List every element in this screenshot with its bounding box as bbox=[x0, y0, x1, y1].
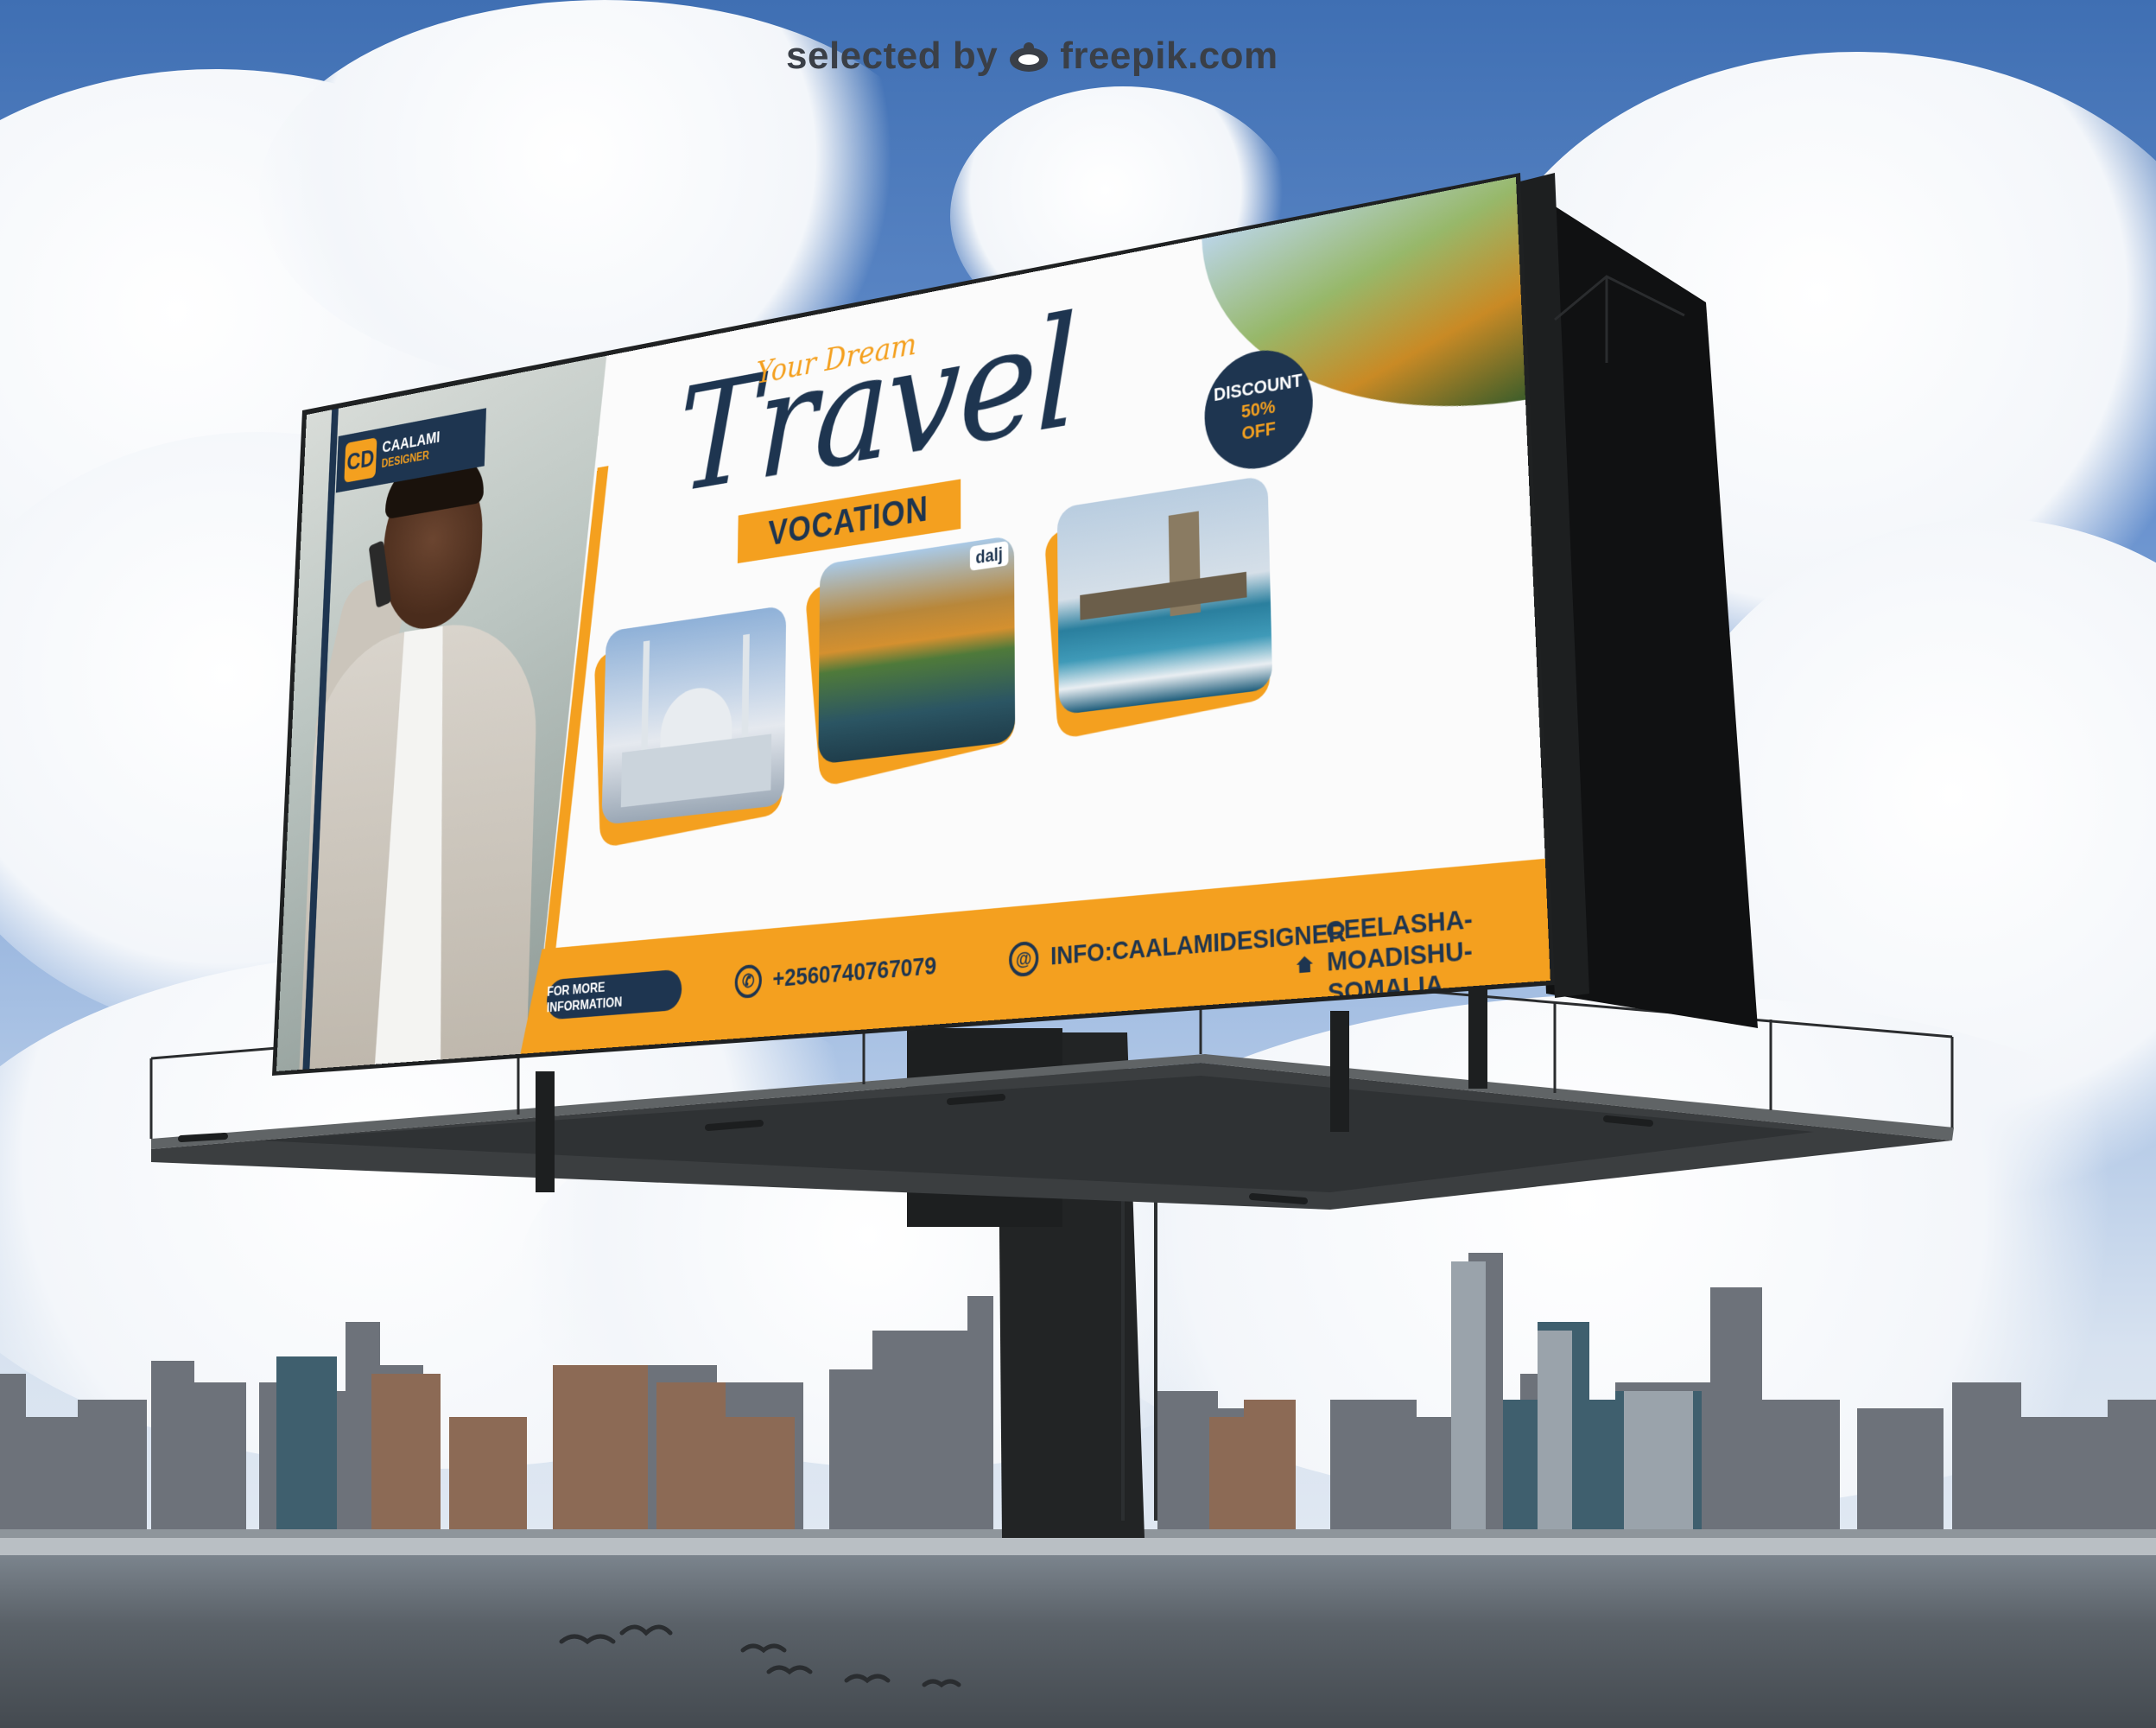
phone-number: +2560740767079 bbox=[772, 951, 937, 993]
brand-name: CAALAMI DESIGNER bbox=[381, 428, 440, 473]
freepik-watermark: selected by freepik.com bbox=[786, 35, 1278, 78]
destination-photo-mosque bbox=[601, 605, 787, 826]
minaret bbox=[641, 640, 650, 751]
minaret bbox=[741, 633, 750, 738]
whatsapp-icon: ✆ bbox=[734, 963, 762, 999]
more-info-pill: FOR MORE INFORMATION bbox=[546, 969, 682, 1020]
destination-photo-river: dalj bbox=[818, 535, 1016, 765]
freepik-logo-icon bbox=[1010, 42, 1049, 72]
watermark-brand: freepik.com bbox=[1060, 35, 1278, 77]
photo-tag: dalj bbox=[969, 540, 1009, 571]
ruins bbox=[1080, 571, 1247, 620]
phone-contact: ✆ +2560740767079 bbox=[734, 950, 936, 1000]
brand-mark: CD bbox=[344, 437, 377, 483]
email-icon: @ bbox=[1009, 941, 1039, 978]
watermark-text: selected by bbox=[786, 35, 999, 77]
scene: CD CAALAMI DESIGNER Travel Your Dream VO… bbox=[0, 0, 2156, 1728]
mosque-dome bbox=[660, 683, 733, 748]
home-icon bbox=[1295, 945, 1314, 983]
discount-off: OFF bbox=[1241, 417, 1277, 444]
destination-photo-coast bbox=[1056, 474, 1273, 715]
